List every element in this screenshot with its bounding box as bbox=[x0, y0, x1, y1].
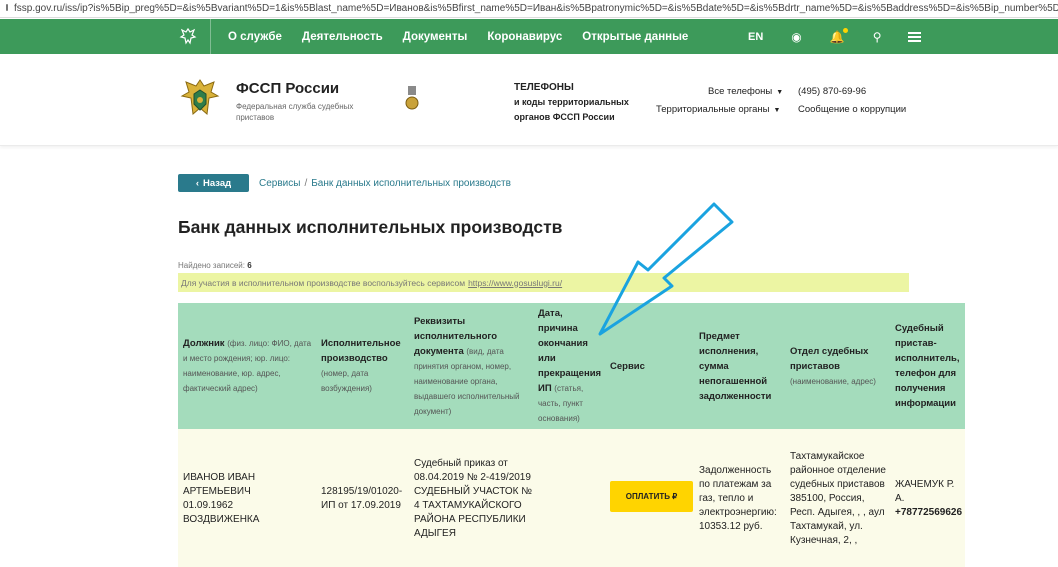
subject-text: Задолженность по платежам за газ, тепло … bbox=[699, 465, 777, 532]
caret-down-icon: ▼ bbox=[776, 89, 784, 96]
address-bar[interactable]: fssp.gov.ru/iss/ip?is%5Bip_preg%5D=&is%5… bbox=[0, 0, 1058, 18]
back-label: Назад bbox=[203, 177, 232, 189]
records-found: Найдено записей: 6 bbox=[178, 261, 252, 270]
pay-button[interactable]: ОПЛАТИТЬ ₽ bbox=[610, 481, 693, 512]
column-title: Исполнительное производство bbox=[321, 338, 401, 364]
cell-end-date bbox=[538, 429, 602, 567]
all-phones-label: Все телефоны bbox=[708, 86, 773, 97]
breadcrumb-current[interactable]: Банк данных исполнительных производств bbox=[311, 178, 511, 189]
column-header-bailiff: Судебный пристав-исполнитель, телефон дл… bbox=[895, 303, 965, 429]
menu-icon[interactable] bbox=[907, 31, 921, 42]
column-note: (наименование, адрес) bbox=[790, 376, 876, 386]
column-header-proceeding: Исполнительное производство (номер, дата… bbox=[321, 303, 413, 429]
cell-department: Тахтамукайское районное отделение судебн… bbox=[790, 429, 890, 567]
column-note: (номер, дата возбуждения) bbox=[321, 369, 372, 393]
table-row: ИВАНОВ ИВАН АРТЕМЬЕВИЧ 01.09.1962 ВОЗДВИ… bbox=[178, 429, 965, 567]
phones-heading-line: органов ФССП России bbox=[514, 112, 615, 122]
back-button[interactable]: ‹ Назад bbox=[178, 174, 249, 192]
column-header-service: Сервис bbox=[610, 303, 690, 429]
breadcrumb-separator: / bbox=[304, 178, 308, 189]
gosuslugi-notice: Для участия в исполнительном производств… bbox=[178, 273, 909, 292]
column-header-department: Отдел судебных приставов (наименование, … bbox=[790, 303, 886, 429]
cell-proceeding: 128195/19/01020-ИП от 17.09.2019 bbox=[321, 429, 413, 567]
notification-dot bbox=[842, 27, 848, 33]
nav-item-open-data[interactable]: Открытые данные bbox=[582, 31, 688, 43]
notice-text: Для участия в исполнительном производств… bbox=[181, 277, 466, 288]
department-text: Тахтамукайское районное отделение судебн… bbox=[790, 451, 886, 546]
column-header-subject: Предмет исполнения, сумма непогашенной з… bbox=[699, 303, 783, 429]
column-header-document: Реквизиты исполнительного документа (вид… bbox=[414, 303, 532, 429]
debtor-text: ИВАНОВ ИВАН АРТЕМЬЕВИЧ 01.09.1962 ВОЗДВИ… bbox=[183, 472, 260, 525]
bell-icon[interactable]: 🔔 bbox=[830, 27, 848, 44]
results-table: Должник (физ. лицо: ФИО, дата и место ро… bbox=[178, 303, 965, 567]
language-switch[interactable]: EN bbox=[748, 31, 763, 43]
phones-heading[interactable]: ТЕЛЕФОНЫ и коды территориальных органов … bbox=[514, 80, 644, 125]
search-icon[interactable]: ⚲ bbox=[873, 30, 882, 44]
column-title: Отдел судебных приставов bbox=[790, 345, 869, 372]
phones-heading-line: и коды территориальных bbox=[514, 97, 629, 107]
bailiff-name: ЖАЧЕМУК Р. А. bbox=[895, 479, 955, 504]
nav-item-activity[interactable]: Деятельность bbox=[302, 31, 383, 43]
eagle-emblem-icon[interactable] bbox=[178, 26, 198, 46]
fssp-emblem-icon[interactable] bbox=[178, 76, 222, 124]
records-found-count: 6 bbox=[247, 261, 252, 270]
all-phones-dropdown[interactable]: Все телефоны ▼ bbox=[708, 86, 783, 97]
top-navigation: О службе Деятельность Документы Коронави… bbox=[0, 19, 1058, 54]
medal-icon bbox=[405, 86, 419, 110]
bailiff-phone: +78772569626 bbox=[895, 507, 963, 518]
chevron-left-icon: ‹ bbox=[195, 177, 199, 189]
nav-divider bbox=[210, 19, 211, 54]
territorial-label: Территориальные органы bbox=[656, 104, 770, 115]
org-title[interactable]: ФССП России bbox=[236, 80, 339, 97]
column-title: Судебный пристав-исполнитель, телефон дл… bbox=[895, 323, 960, 409]
org-subtitle: Федеральная служба судебных приставов bbox=[236, 102, 354, 122]
phones-heading-line: ТЕЛЕФОНЫ bbox=[514, 82, 574, 93]
column-header-end-date: Дата, причина окончания или прекращения … bbox=[538, 303, 602, 429]
cell-debtor: ИВАНОВ ИВАН АРТЕМЬЕВИЧ 01.09.1962 ВОЗДВИ… bbox=[183, 429, 303, 567]
nav-item-documents[interactable]: Документы bbox=[403, 31, 468, 43]
cell-subject: Задолженность по платежам за газ, тепло … bbox=[699, 429, 783, 567]
hotline-phone[interactable]: (495) 870-69-96 bbox=[798, 86, 866, 97]
site-header: ФССП России Федеральная служба судебных … bbox=[0, 54, 1058, 146]
lock-icon bbox=[6, 4, 8, 11]
proceeding-text: 128195/19/01020-ИП от 17.09.2019 bbox=[321, 486, 403, 511]
cell-document: Судебный приказ от 08.04.2019 № 2-419/20… bbox=[414, 429, 532, 567]
nav-item-coronavirus[interactable]: Коронавирус bbox=[487, 31, 562, 43]
territorial-dropdown[interactable]: Территориальные органы ▼ bbox=[656, 104, 780, 115]
column-title: Предмет исполнения, сумма непогашенной з… bbox=[699, 330, 772, 402]
column-title: Сервис bbox=[610, 360, 645, 372]
cell-bailiff: ЖАЧЕМУК Р. А. +78772569626 bbox=[895, 429, 965, 567]
corruption-report-link[interactable]: Сообщение о коррупции bbox=[798, 104, 906, 115]
gosuslugi-link[interactable]: https://www.gosuslugi.ru/ bbox=[468, 278, 562, 288]
breadcrumb: Сервисы / Банк данных исполнительных произ… bbox=[259, 178, 511, 189]
eye-icon[interactable]: ◉ bbox=[791, 30, 801, 44]
caret-down-icon: ▼ bbox=[773, 107, 781, 114]
nav-item-about[interactable]: О службе bbox=[228, 31, 282, 43]
page-title: Банк данных исполнительных производств bbox=[178, 217, 563, 237]
column-header-debtor: Должник (физ. лицо: ФИО, дата и место ро… bbox=[183, 303, 315, 429]
breadcrumb-services[interactable]: Сервисы bbox=[259, 178, 300, 189]
document-text: Судебный приказ от 08.04.2019 № 2-419/20… bbox=[414, 458, 532, 539]
column-title: Дата, причина окончания или прекращения … bbox=[538, 308, 602, 394]
column-title: Должник bbox=[183, 338, 225, 349]
table-header: Должник (физ. лицо: ФИО, дата и место ро… bbox=[178, 303, 965, 429]
url-text: fssp.gov.ru/iss/ip?is%5Bip_preg%5D=&is%5… bbox=[14, 3, 1058, 14]
records-found-label: Найдено записей: bbox=[178, 261, 245, 270]
